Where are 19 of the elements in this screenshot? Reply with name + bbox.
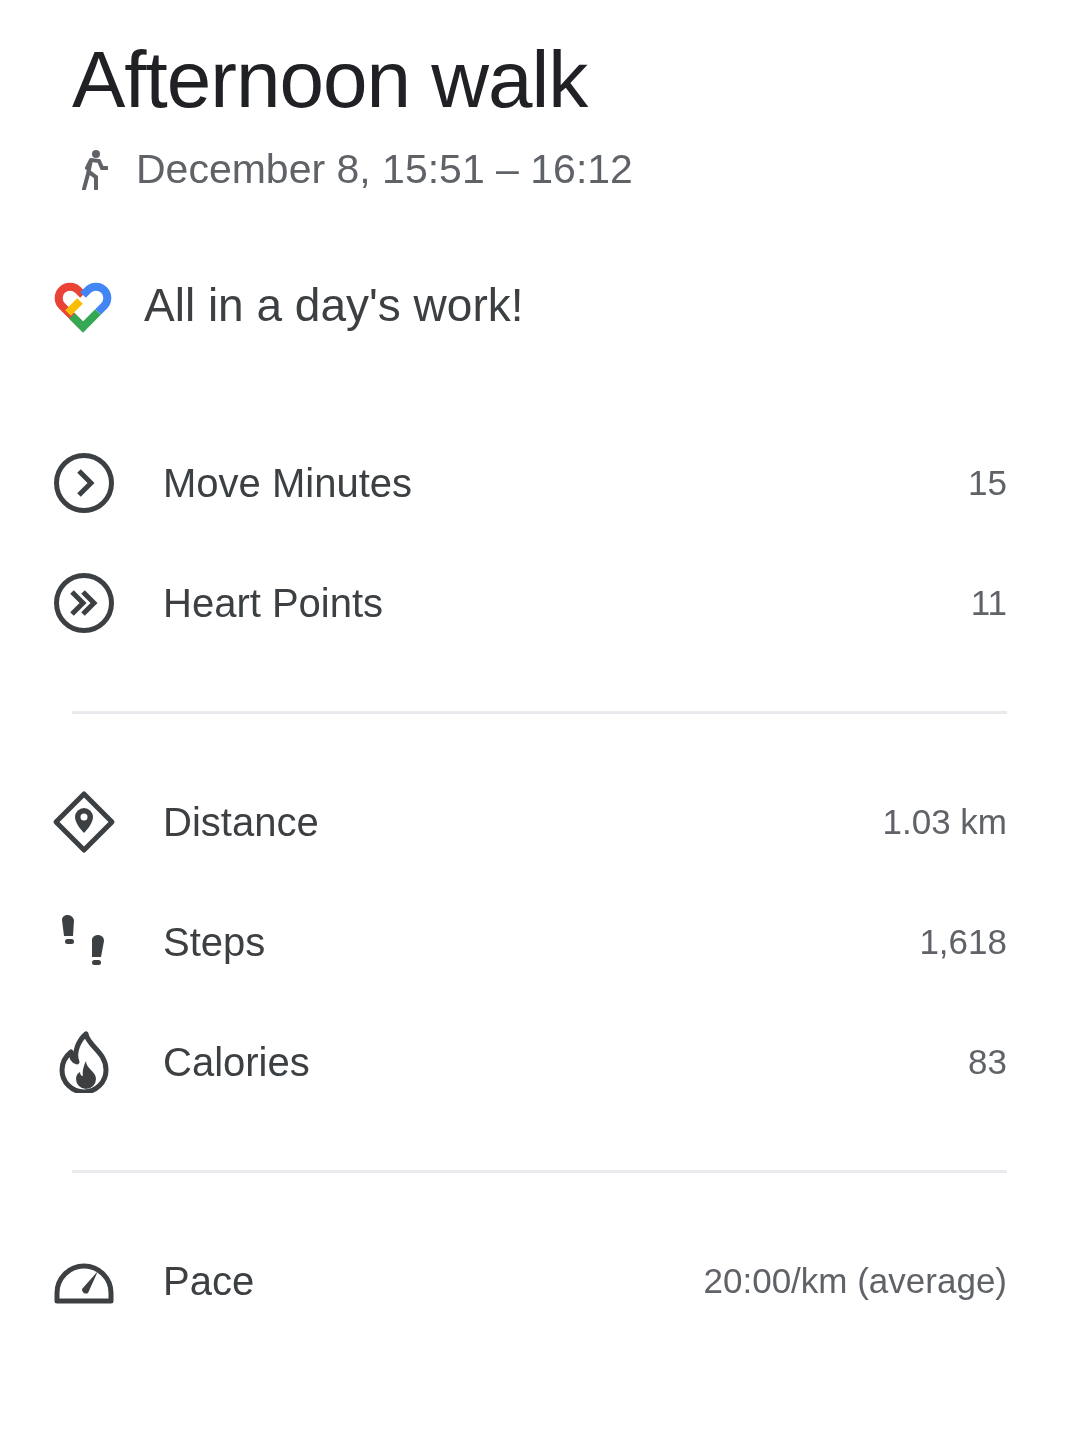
- activity-title: Afternoon walk: [72, 34, 589, 126]
- stat-value: 15: [968, 463, 1007, 503]
- flame-icon: [58, 1031, 110, 1093]
- chevron-circle-icon: [53, 452, 115, 514]
- achievement-message: All in a day's work!: [144, 278, 524, 332]
- stat-label: Calories: [163, 1039, 311, 1085]
- double-chevron-circle-icon: [53, 572, 115, 634]
- stat-value: 20:00/km (average): [703, 1261, 1007, 1301]
- stat-label: Steps: [163, 919, 267, 965]
- stat-value: 1,618: [919, 922, 1007, 962]
- stat-label: Pace: [163, 1258, 256, 1304]
- stat-value: 1.03 km: [882, 802, 1007, 842]
- stat-value: 83: [968, 1042, 1007, 1082]
- stat-value: 11: [970, 583, 1007, 623]
- stat-label: Distance: [163, 799, 320, 845]
- stat-label: Move Minutes: [163, 460, 413, 506]
- stat-label: Heart Points: [163, 580, 385, 626]
- activity-date: December 8, 15:51 – 16:12: [136, 146, 633, 193]
- location-diamond-icon: [52, 790, 116, 854]
